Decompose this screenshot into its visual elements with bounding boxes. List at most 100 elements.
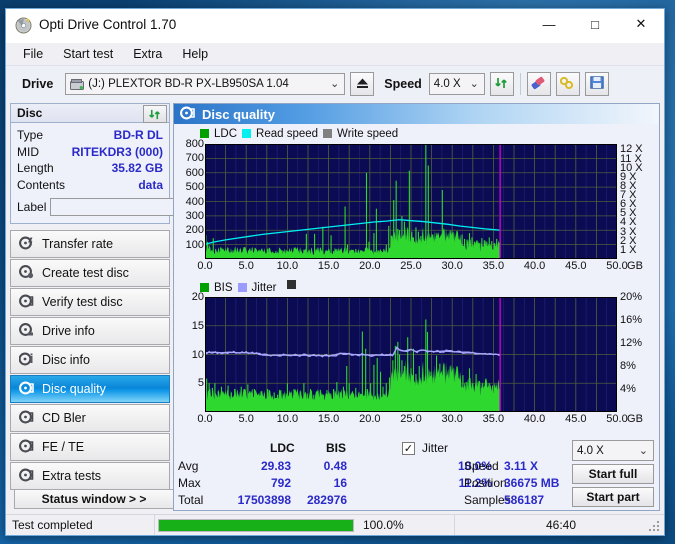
x-tick-label: 40.0 <box>523 260 546 272</box>
menu-file[interactable]: File <box>14 44 52 64</box>
y-tick-label: 5 <box>197 377 204 390</box>
x-tick-label: 30.0 <box>441 413 463 425</box>
start-part-button[interactable]: Start part <box>572 487 654 507</box>
progress-bar-fill <box>159 519 353 531</box>
x-tick-label: 30.0 <box>441 260 463 272</box>
minimize-button[interactable]: — <box>526 9 572 39</box>
test-speed-select[interactable]: 4.0 X ⌄ <box>572 440 654 461</box>
refresh-icon <box>494 76 509 93</box>
sidebar-item-create-test-disc[interactable]: Create test disc <box>10 259 170 287</box>
x-tick-label: 20.0 <box>359 260 381 272</box>
progress-percent-text: 100.0% <box>363 518 404 532</box>
tools-icon <box>560 76 575 93</box>
erase-button[interactable] <box>526 72 551 96</box>
content-header: Disc quality <box>174 104 659 124</box>
main-body: Disc Type BD-R DL MID RITEKDR3 (000) Len… <box>6 101 664 515</box>
disc-icon <box>19 410 34 427</box>
start-full-button[interactable]: Start full <box>572 464 654 484</box>
stats-panel: LDC BIS Avg Max Total 29.83 792 17503898… <box>174 438 659 510</box>
disc-row-value: RITEKDR3 (000) <box>71 144 163 159</box>
tools-button[interactable] <box>555 72 580 96</box>
sidebar-item-disc-info[interactable]: Disc info <box>10 346 170 374</box>
refresh-button[interactable] <box>489 72 514 96</box>
position-stat-value: 36675 MB <box>504 476 560 490</box>
resize-grip[interactable] <box>649 521 661 533</box>
chevron-down-icon: ⌄ <box>330 78 340 90</box>
drive-select[interactable]: (J:) PLEXTOR BD-R PX-LB950SA 1.04 ⌄ <box>65 73 346 95</box>
legend-swatch-write-speed <box>323 129 333 138</box>
disc-row-contents: Contents data <box>17 177 163 194</box>
legend-label-read-speed: Read speed <box>256 127 319 140</box>
sidebar-item-drive-info[interactable]: Drive info <box>10 317 170 345</box>
menu-bar: File Start test Extra Help <box>6 43 664 65</box>
chart-bis-canvas <box>205 297 617 412</box>
chart-bis-legend: BIS Jitter <box>174 280 659 294</box>
sidebar-item-label: FE / TE <box>42 440 85 454</box>
status-bar: Test completed 100.0% 46:40 <box>6 514 664 535</box>
y-tick-label: 700 <box>185 152 204 165</box>
close-button[interactable]: ✕ <box>618 9 664 39</box>
y2-tick-label: 12% <box>620 337 643 349</box>
x-tick-label: 5.0 <box>238 260 254 272</box>
speed-select-value: 4.0 X <box>433 78 461 90</box>
x-tick-label: 10.0 <box>276 260 299 272</box>
jitter-checkbox[interactable]: ✓ <box>402 442 415 455</box>
stats-bis-max: 16 <box>333 476 347 490</box>
menu-extra[interactable]: Extra <box>124 44 171 64</box>
jitter-label: Jitter <box>422 441 449 455</box>
menu-help[interactable]: Help <box>173 44 217 64</box>
y2-tick-label: 20% <box>620 291 643 303</box>
x-tick-label: 40.0 <box>523 413 546 425</box>
x-tick-label: 35.0 <box>482 260 505 272</box>
refresh-icon <box>149 109 160 119</box>
stats-row-label-avg: Avg <box>178 459 199 473</box>
sidebar-item-verify-test-disc[interactable]: Verify test disc <box>10 288 170 316</box>
disc-row-mid: MID RITEKDR3 (000) <box>17 144 163 161</box>
sidebar-item-transfer-rate[interactable]: Transfer rate <box>10 230 170 258</box>
drive-hw-icon <box>70 78 85 91</box>
eject-button[interactable] <box>350 72 375 96</box>
chart-ldc-yaxis-right: 1 X2 X3 X4 X5 X6 X7 X8 X9 X 10 X 11 X 12 X <box>618 143 659 259</box>
disc-refresh-button[interactable] <box>143 105 167 123</box>
sidebar-item-label: Disc quality <box>42 382 106 396</box>
progress-bar <box>158 518 354 532</box>
chart-bis-yaxis-right: 4% 8% 12% 16% 20% <box>618 291 659 412</box>
disc-panel-header: Disc <box>10 103 170 123</box>
stats-row-label-max: Max <box>178 476 201 490</box>
sidebar-item-extra-tests[interactable]: Extra tests <box>10 462 170 490</box>
content-title: Disc quality <box>202 106 275 122</box>
disc-label-row: Label <box>17 196 255 218</box>
stats-header-bis: BIS <box>326 441 347 455</box>
x-tick-label: 0.0 <box>197 260 213 272</box>
test-speed-value: 4.0 X <box>577 444 604 457</box>
chart-bis-jitter: BIS Jitter 5 10 15 20 4% 8% 12% 16% 20% 0.0 5.0 1… <box>174 280 659 433</box>
app-disc-icon <box>15 17 32 34</box>
status-window-button[interactable]: Status window > > <box>14 489 174 509</box>
position-stat-label: Position <box>464 476 507 490</box>
x-tick-label: 50.0 <box>606 413 628 425</box>
progress-bar-cell: 100.0% <box>154 515 454 535</box>
disc-icon <box>19 381 34 398</box>
save-icon <box>590 76 604 92</box>
disc-row-type: Type BD-R DL <box>17 127 163 144</box>
x-tick-label: 5.0 <box>238 413 254 425</box>
maximize-button[interactable]: □ <box>572 9 618 39</box>
disc-row-key: Length <box>17 161 54 175</box>
menu-start-test[interactable]: Start test <box>54 44 122 64</box>
y2-tick-label: 12 X <box>620 143 643 156</box>
sidebar-item-disc-quality[interactable]: Disc quality <box>10 375 170 403</box>
sidebar-item-label: Transfer rate <box>42 237 114 251</box>
application-window: Opti Drive Control 1.70 — □ ✕ File Start… <box>5 8 665 536</box>
disc-row-key: MID <box>17 144 39 159</box>
drive-toolbar: Drive (J:) PLEXTOR BD-R PX-LB950SA 1.04 … <box>6 65 664 102</box>
erase-icon <box>531 76 546 93</box>
speed-select[interactable]: 4.0 X ⌄ <box>428 73 485 95</box>
disc-row-value: 35.82 GB <box>111 161 163 175</box>
y2-tick-label: 8% <box>620 360 636 372</box>
speed-stat-value: 3.11 X <box>504 459 539 473</box>
sidebar-item-cd-bler[interactable]: CD Bler <box>10 404 170 432</box>
window-title: Opti Drive Control 1.70 <box>39 17 177 32</box>
save-button[interactable] <box>584 72 609 96</box>
chevron-down-icon: ⌄ <box>638 445 648 457</box>
sidebar-item-fe-te[interactable]: FE / TE <box>10 433 170 461</box>
